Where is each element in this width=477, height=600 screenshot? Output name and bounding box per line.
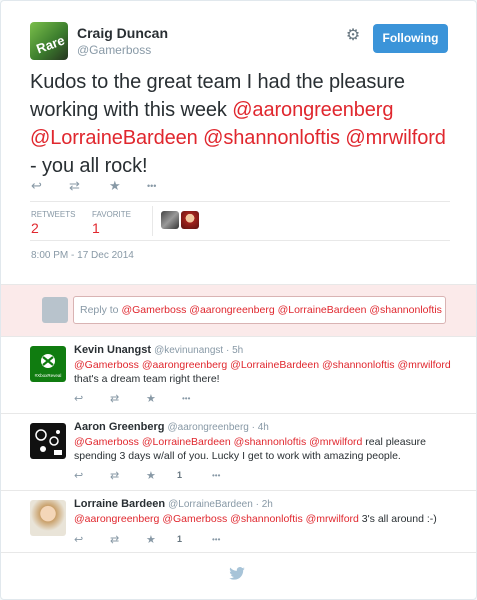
main-tweet: Rare Craig Duncan @Gamerboss ⚙ Following…	[1, 1, 476, 285]
mention-link[interactable]: @aarongreenberg	[74, 513, 159, 525]
favorites-label[interactable]: FAVORITE	[92, 210, 131, 219]
reply-author-handle: @aarongreenberg	[167, 422, 249, 433]
retweet-icon[interactable]: ⇄	[110, 469, 119, 483]
twitter-bird-svg	[229, 567, 245, 580]
favoriter-avatar[interactable]	[181, 211, 199, 229]
avatar-caption: #XboxReveal	[35, 373, 62, 378]
twitter-bird-icon	[229, 567, 245, 584]
reply-time: 2h	[261, 499, 273, 510]
avatar-logo-text: Rare	[34, 32, 67, 57]
mention-link[interactable]: @Gamerboss	[162, 513, 227, 525]
mention-link[interactable]: @LorraineBardeen	[230, 359, 319, 371]
reply-icon[interactable]: ↩	[74, 392, 83, 406]
tweet-text-segment: - you all rock!	[30, 155, 148, 177]
reply-avatar[interactable]	[30, 423, 66, 459]
reply-tweet[interactable]: Lorraine Bardeen @LorraineBardeen · 2h @…	[1, 491, 476, 553]
reply-time-separator: ·	[252, 499, 262, 510]
more-icon[interactable]: •••	[182, 392, 190, 406]
favorite-icon[interactable]: ★	[109, 177, 121, 195]
reply-author-handle: @LorraineBardeen	[168, 499, 253, 510]
gear-icon[interactable]: ⚙	[344, 27, 362, 45]
mention-link[interactable]: @mrwilford	[345, 127, 446, 149]
more-icon[interactable]: •••	[147, 177, 156, 195]
retweet-icon[interactable]: ⇄	[69, 177, 80, 195]
reply-icon[interactable]: ↩	[31, 177, 42, 195]
mention-link[interactable]: @aarongreenberg	[142, 359, 227, 371]
reply-input[interactable]: Reply to @Gamerboss @aarongreenberg @Lor…	[73, 296, 446, 324]
tweet-timestamp[interactable]: 8:00 PM - 17 Dec 2014	[31, 250, 134, 261]
reply-tweet[interactable]: #XboxReveal Kevin Unangst @kevinunangst …	[1, 337, 476, 414]
retweets-label[interactable]: RETWEETS	[31, 210, 75, 219]
author-avatar[interactable]: Rare	[30, 22, 68, 60]
mention-link[interactable]: @shannonloftis	[234, 436, 307, 448]
reply-text: @Gamerboss @LorraineBardeen @shannonloft…	[74, 435, 454, 463]
mention-link[interactable]: @aarongreenberg	[232, 99, 393, 121]
reply-time-separator: ·	[248, 422, 258, 433]
favorites-count[interactable]: 1	[92, 220, 100, 236]
reply-avatar[interactable]: #XboxReveal	[30, 346, 66, 382]
mention-link[interactable]: @LorraineBardeen	[142, 436, 231, 448]
reply-mentions: @Gamerboss @aarongreenberg @LorraineBard…	[121, 304, 446, 316]
mention-link[interactable]: @mrwilford	[309, 436, 362, 448]
author-handle[interactable]: @Gamerboss	[77, 43, 151, 57]
mention-link[interactable]: @mrwilford	[306, 513, 359, 525]
reply-author-name: Aaron Greenberg	[74, 421, 165, 433]
mention-link[interactable]: @shannonloftis	[322, 359, 395, 371]
reply-author-name: Kevin Unangst	[74, 344, 152, 356]
mention-link[interactable]: @mrwilford	[397, 359, 450, 371]
more-icon[interactable]: •••	[212, 533, 220, 547]
retweet-icon[interactable]: ⇄	[110, 392, 119, 406]
mention-link[interactable]: @Gamerboss	[74, 359, 139, 371]
mention-link[interactable]: @shannonloftis	[230, 513, 303, 525]
controller-art-icon	[35, 429, 62, 455]
reply-prefix: Reply to	[80, 304, 122, 316]
reply-author-handle: @kevinunangst	[154, 345, 224, 356]
tweet-card: Rare Craig Duncan @Gamerboss ⚙ Following…	[0, 0, 477, 600]
reply-text: @Gamerboss @aarongreenberg @LorraineBard…	[74, 358, 454, 386]
user-avatar	[42, 297, 68, 323]
reply-time: 5h	[232, 345, 244, 356]
favorite-icon[interactable]: ★	[146, 392, 156, 406]
reply-text-segment: 3's all around :-)	[358, 513, 437, 525]
stats-divider	[152, 206, 153, 236]
reply-avatar[interactable]	[30, 500, 66, 536]
reply-time-separator: ·	[223, 345, 233, 356]
reply-text: @aarongreenberg @Gamerboss @shannonlofti…	[74, 512, 454, 526]
mention-link[interactable]: @LorraineBardeen	[30, 127, 198, 149]
favorite-count: 1	[177, 534, 183, 544]
xbox-logo-icon: #XboxReveal	[35, 354, 62, 378]
reply-author-name: Lorraine Bardeen	[74, 498, 166, 510]
retweets-count[interactable]: 2	[31, 220, 39, 236]
reply-tweet[interactable]: Aaron Greenberg @aarongreenberg · 4h @Ga…	[1, 414, 476, 491]
reply-icon[interactable]: ↩	[74, 469, 83, 483]
reply-time: 4h	[257, 422, 269, 433]
more-icon[interactable]: •••	[212, 469, 220, 483]
favorite-count: 1	[177, 470, 183, 480]
mention-link[interactable]: @Gamerboss	[74, 436, 139, 448]
favorite-icon[interactable]: ★	[146, 469, 156, 483]
mention-link[interactable]: @shannonloftis	[203, 127, 340, 149]
favoriter-avatar[interactable]	[161, 211, 179, 229]
reply-author[interactable]: Aaron Greenberg @aarongreenberg · 4h	[74, 421, 269, 433]
reply-icon[interactable]: ↩	[74, 533, 83, 547]
favorite-icon[interactable]: ★	[146, 533, 156, 547]
reply-text-segment: that's a dream team right there!	[74, 373, 220, 385]
author-name[interactable]: Craig Duncan	[77, 25, 168, 41]
reply-author[interactable]: Lorraine Bardeen @LorraineBardeen · 2h	[74, 498, 273, 510]
following-button[interactable]: Following	[373, 24, 448, 53]
reply-bar: Reply to @Gamerboss @aarongreenberg @Lor…	[1, 285, 476, 337]
tweet-text: Kudos to the great team I had the pleasu…	[30, 68, 450, 180]
tweet-stats: RETWEETS 2 FAVORITE 1	[30, 201, 450, 241]
reply-author[interactable]: Kevin Unangst @kevinunangst · 5h	[74, 344, 243, 356]
retweet-icon[interactable]: ⇄	[110, 533, 119, 547]
